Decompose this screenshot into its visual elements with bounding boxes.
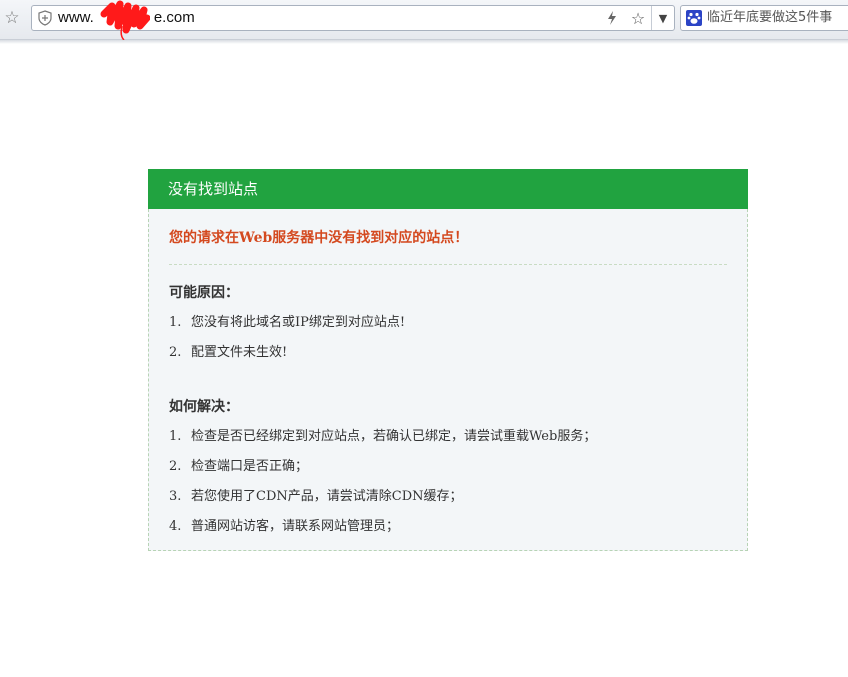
toolbar-shadow <box>0 40 848 44</box>
error-message: 您的请求在Web服务器中没有找到对应的站点！ <box>169 209 727 265</box>
search-suggestion-text[interactable]: 临近年底要做这5件事 <box>707 9 832 27</box>
list-item-number: 1. <box>169 315 182 330</box>
solutions-list: 1. 检查是否已经绑定到对应站点，若确认已绑定，请尝试重载Web服务； 2. 检查端… <box>169 428 727 548</box>
list-item-number: 2. <box>169 345 182 360</box>
star-outline-icon[interactable]: ☆ <box>2 8 22 28</box>
error-panel: 没有找到站点 您的请求在Web服务器中没有找到对应的站点！ 可能原因： 1. 您没… <box>148 169 748 551</box>
url-prefix: www. <box>58 9 94 26</box>
url-suffix: e.com <box>153 9 195 26</box>
search-box[interactable]: 临近年底要做这5件事 <box>680 5 848 31</box>
list-item-number: 1. <box>169 429 182 444</box>
list-item: 1. 您没有将此域名或IP绑定到对应站点! <box>169 314 727 344</box>
list-item: 2. 配置文件未生效! <box>169 344 727 374</box>
list-item: 3. 若您使用了CDN产品，请尝试清除CDN缓存； <box>169 488 727 518</box>
url-actions: ☆ ▼ <box>599 6 674 30</box>
list-item-text: 检查是否已经绑定到对应站点，若确认已绑定，请尝试重载Web服务； <box>191 429 597 444</box>
list-item-text: 检查端口是否正确； <box>191 459 309 474</box>
list-item-text: 配置文件未生效! <box>191 345 288 360</box>
list-item-number: 4. <box>169 519 182 534</box>
lightning-icon[interactable] <box>599 6 625 30</box>
panel-body: 您的请求在Web服务器中没有找到对应的站点！ 可能原因： 1. 您没有将此域名或I… <box>148 209 748 551</box>
solutions-title: 如何解决： <box>169 399 239 415</box>
reasons-list: 1. 您没有将此域名或IP绑定到对应站点! 2. 配置文件未生效! <box>169 314 727 374</box>
list-item: 4. 普通网站访客，请联系网站管理员； <box>169 518 727 548</box>
list-item: 1. 检查是否已经绑定到对应站点，若确认已绑定，请尝试重载Web服务； <box>169 428 727 458</box>
list-item-number: 3. <box>169 489 182 504</box>
star-outline-icon[interactable]: ☆ <box>625 6 651 30</box>
panel-header-title: 没有找到站点 <box>148 169 748 209</box>
list-item-text: 普通网站访客，请联系网站管理员； <box>191 519 400 534</box>
address-bar[interactable]: www. e.com ☆ ▼ <box>31 0 675 40</box>
reasons-title: 可能原因： <box>169 285 239 301</box>
list-item-number: 2. <box>169 459 182 474</box>
list-item-text: 若您使用了CDN产品，请尝试清除CDN缓存； <box>191 489 463 504</box>
shield-icon[interactable] <box>38 10 52 26</box>
list-item: 2. 检查端口是否正确； <box>169 458 727 488</box>
list-item-text: 您没有将此域名或IP绑定到对应站点! <box>191 315 406 330</box>
redaction-scribble <box>100 0 150 40</box>
chevron-down-icon[interactable]: ▼ <box>651 6 674 30</box>
baidu-paw-icon[interactable] <box>686 10 702 26</box>
browser-toolbar: ☆ www. e.com ☆ ▼ 临近年底要做这5件事 <box>0 0 848 40</box>
